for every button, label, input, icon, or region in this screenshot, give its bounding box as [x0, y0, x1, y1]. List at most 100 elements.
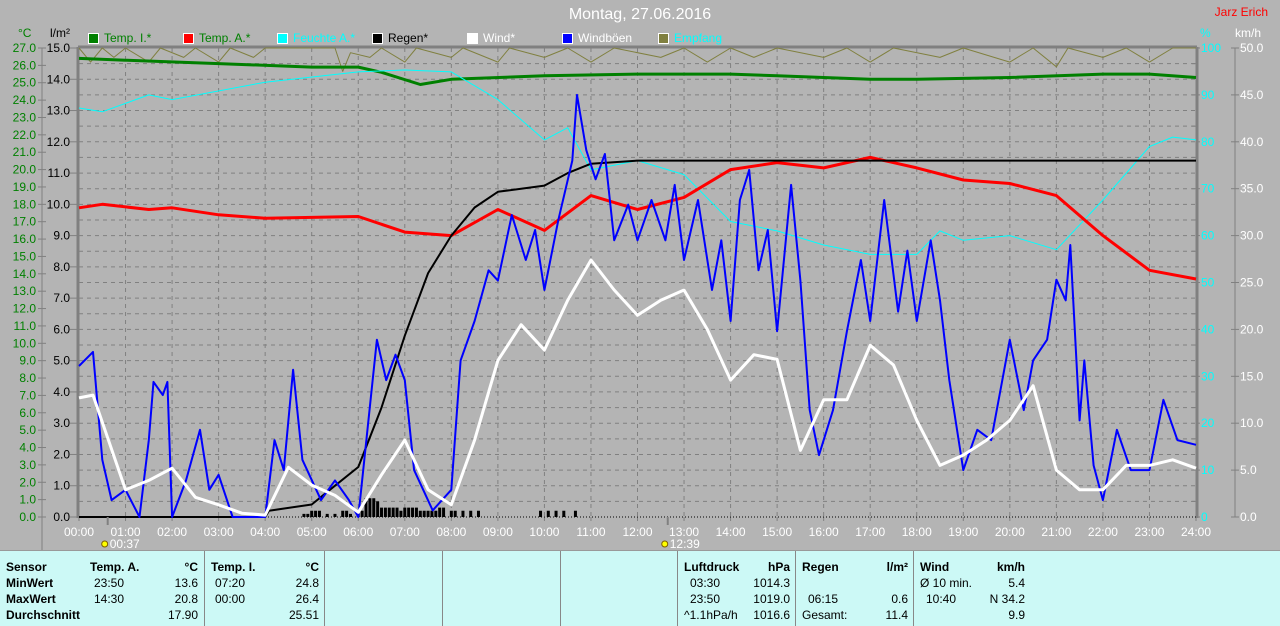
- empty-column: [560, 551, 678, 626]
- temp-tick-label: 14.0: [13, 267, 37, 281]
- pressure-column: Luftdruck hPa 03:30 1014.3 23:50 1019.0 ^1.…: [677, 551, 796, 626]
- rain-bar: [469, 510, 473, 517]
- temp-tick-label: 5.0: [19, 423, 36, 437]
- rain-bar: [449, 510, 453, 517]
- moon-rise-icon: [101, 540, 109, 548]
- rain-tick-label: 6.0: [53, 322, 70, 336]
- sensor-column: Sensor MinWert MaxWert Durchschnitt: [0, 551, 84, 626]
- rain-tick-label: 1.0: [53, 479, 70, 493]
- temp-i-min-time: 07:20: [215, 576, 246, 590]
- rain-tick-label: 10.0: [47, 197, 71, 211]
- rain-bar: [442, 507, 446, 517]
- x-tick-label: 04:00: [250, 525, 280, 539]
- humidity-tick-label: 10: [1201, 463, 1215, 477]
- x-tick-label: 18:00: [902, 525, 932, 539]
- pressure-max: 1019.0: [753, 592, 790, 606]
- annotation-label: 00:37: [110, 537, 140, 550]
- x-tick-label: 15:00: [762, 525, 792, 539]
- humidity-tick-label: 90: [1201, 88, 1215, 102]
- temp-tick-label: 16.0: [13, 232, 37, 246]
- wind-tick-label: 50.0: [1240, 41, 1264, 55]
- temp-a-column: Temp. A. °C 23:50 13.6 14:30 20.8 17.90: [84, 551, 204, 626]
- x-tick-label: 14:00: [716, 525, 746, 539]
- rain-bar: [341, 510, 345, 517]
- temp-tick-label: 9.0: [19, 354, 36, 368]
- rain-bar: [383, 507, 387, 517]
- temp-tick-label: 17.0: [13, 215, 37, 229]
- rain-bar: [438, 507, 442, 517]
- rain-tick-label: 11.0: [48, 166, 71, 180]
- x-tick-label: 02:00: [157, 525, 187, 539]
- x-tick-label: 17:00: [855, 525, 885, 539]
- rain-bar: [407, 507, 411, 517]
- x-tick-label: 06:00: [343, 525, 373, 539]
- rain-bar: [399, 510, 403, 517]
- rain-bar: [360, 510, 364, 517]
- pressure-max-time: 23:50: [690, 592, 721, 606]
- annotation-label: 12:39: [670, 537, 700, 550]
- temp-tick-label: 7.0: [19, 388, 36, 402]
- moon-set-icon: [661, 540, 669, 548]
- rain-bar: [387, 507, 391, 517]
- x-tick-label: 22:00: [1088, 525, 1118, 539]
- temp-a-min-time: 23:50: [94, 576, 125, 590]
- rain-tick-label: 13.0: [47, 104, 71, 118]
- rain-bar: [368, 498, 372, 517]
- rain-bar: [317, 510, 321, 517]
- x-tick-label: 19:00: [948, 525, 978, 539]
- temp-a-max: 20.8: [174, 592, 198, 606]
- wind-column: Wind km/h Ø 10 min. 5.4 10:40 N 34.2 9.9: [913, 551, 1031, 626]
- x-tick-label: 00:00: [64, 525, 94, 539]
- x-tick-label: 24:00: [1181, 525, 1211, 539]
- temp-i-avg: 25.51: [288, 608, 319, 622]
- rain-bar: [302, 513, 306, 517]
- weather-chart: 00:00 01:00 02:00 03:00 04:00 05:00 06:00 07:00…: [13, 41, 1264, 550]
- pressure-unit: hPa: [767, 560, 790, 574]
- rain-bar: [554, 510, 558, 517]
- rain-tick-label: 0.0: [53, 510, 70, 524]
- rain-bar: [430, 510, 434, 517]
- temp-i-min: 24.8: [295, 576, 319, 590]
- temp-tick-label: 23.0: [13, 110, 37, 124]
- humidity-tick-label: 20: [1201, 416, 1215, 430]
- rain-bar: [391, 507, 395, 517]
- rain-bar: [395, 507, 399, 517]
- pressure-min-time: 03:30: [690, 576, 721, 590]
- wind-tick-label: 0.0: [1240, 510, 1257, 524]
- rain-bar: [411, 507, 415, 517]
- x-tick-label: 21:00: [1041, 525, 1071, 539]
- rain-total-label: Gesamt:: [802, 608, 848, 622]
- wind-tick-label: 5.0: [1240, 463, 1257, 477]
- temp-tick-label: 15.0: [13, 249, 37, 263]
- pressure-min: 1014.3: [753, 576, 790, 590]
- wind-tick-label: 10.0: [1240, 416, 1264, 430]
- wind-avg: 5.4: [1008, 576, 1025, 590]
- temp-tick-label: 0.0: [19, 510, 36, 524]
- wind-max: N 34.2: [989, 592, 1025, 606]
- wind-header: Wind: [920, 560, 950, 574]
- temp-tick-label: 8.0: [19, 371, 36, 385]
- temp-tick-label: 18.0: [13, 197, 37, 211]
- wind-tick-label: 15.0: [1240, 369, 1264, 383]
- humidity-tick-label: 80: [1201, 135, 1215, 149]
- temp-tick-label: 3.0: [19, 458, 36, 472]
- rain-bar: [376, 501, 380, 517]
- wind-tick-label: 30.0: [1240, 229, 1264, 243]
- temp-tick-label: 2.0: [19, 475, 36, 489]
- rain-tick-label: 8.0: [53, 260, 70, 274]
- rain-bar: [426, 510, 430, 517]
- wind-avg-label: Ø 10 min.: [920, 576, 973, 590]
- rain-bar: [476, 510, 480, 517]
- temp-a-max-time: 14:30: [94, 592, 125, 606]
- max-label: MaxWert: [6, 592, 56, 606]
- x-tick-label: 09:00: [483, 525, 513, 539]
- rain-max-time: 06:15: [808, 592, 839, 606]
- wind-tick-label: 25.0: [1240, 276, 1264, 290]
- wind-tick-label: 20.0: [1240, 322, 1264, 336]
- temp-tick-label: 25.0: [13, 76, 37, 90]
- rain-bar: [372, 498, 376, 517]
- humidity-tick-label: 40: [1201, 322, 1215, 336]
- empty-column: [324, 551, 443, 626]
- rain-bar: [380, 507, 384, 517]
- x-tick-label: 11:00: [576, 525, 605, 539]
